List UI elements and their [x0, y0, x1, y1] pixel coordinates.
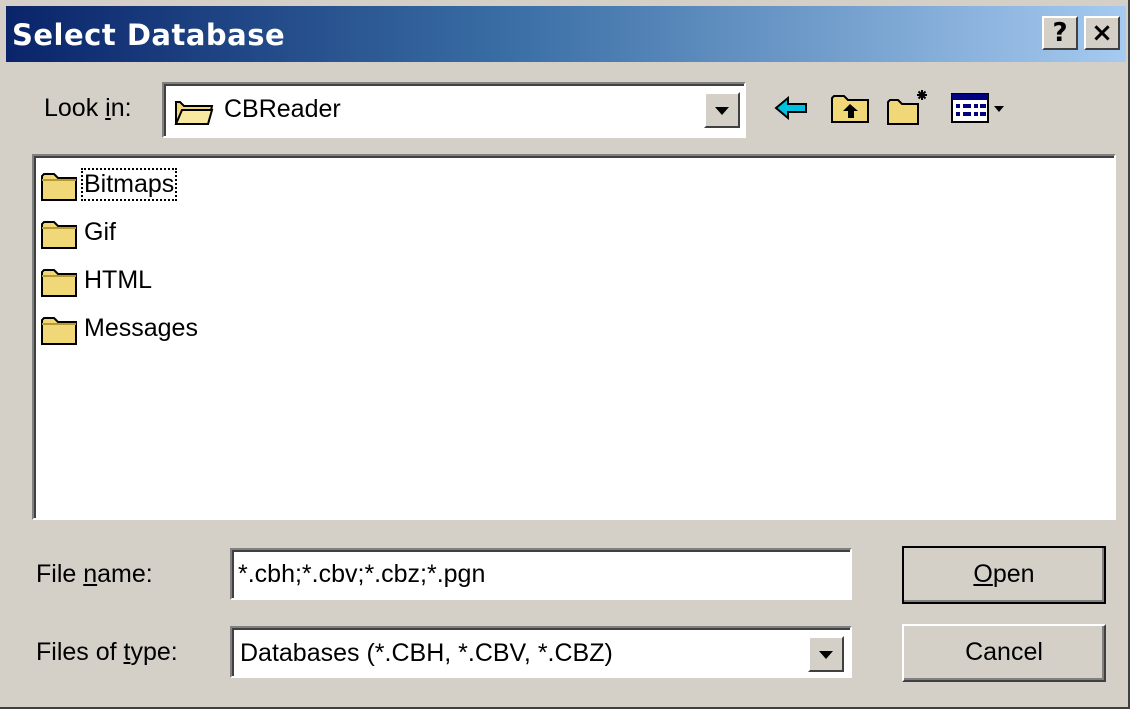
folder-icon	[41, 173, 77, 201]
folder-icon	[41, 317, 77, 345]
open-button-label: pen	[992, 560, 1035, 588]
file-type-dropdown[interactable]: Databases (*.CBH, *.CBV, *.CBZ)	[230, 626, 852, 678]
file-name-label-accelerator: n	[83, 560, 98, 588]
open-folder-icon	[174, 101, 214, 125]
file-name-field[interactable]	[230, 548, 852, 600]
file-name: Messages	[84, 314, 198, 342]
view-menu-icon[interactable]	[948, 86, 1018, 130]
folder-icon	[41, 269, 77, 297]
file-name-label-part: ame:	[97, 560, 153, 588]
up-folder-icon[interactable]	[826, 86, 874, 130]
dialog-title: Select Database	[12, 18, 286, 52]
back-arrow-icon[interactable]	[768, 86, 816, 130]
look-in-dropdown-arrow[interactable]	[704, 92, 740, 128]
file-type-label-part: ype:	[130, 638, 178, 666]
file-name: Bitmaps	[80, 168, 178, 201]
file-type-label-part: Files of	[36, 638, 124, 666]
cancel-button[interactable]: Cancel	[902, 624, 1106, 682]
look-in-value: CBReader	[224, 95, 341, 123]
select-database-dialog: Select Database ? × Look in: CBReader Bi	[0, 0, 1130, 709]
title-bar[interactable]: Select Database ? ×	[6, 6, 1126, 62]
file-name: Gif	[84, 218, 116, 246]
look-in-label-part: Look	[44, 94, 106, 122]
open-button[interactable]: Open	[902, 546, 1106, 604]
open-button-accelerator: O	[973, 560, 993, 588]
new-folder-icon[interactable]	[884, 86, 932, 130]
file-name: HTML	[84, 266, 153, 294]
folder-icon	[41, 221, 77, 249]
close-button[interactable]: ×	[1084, 16, 1120, 50]
file-type-value: Databases (*.CBH, *.CBV, *.CBZ)	[240, 639, 613, 667]
file-list[interactable]: Bitmaps Gif HTML Messages	[32, 154, 1116, 520]
help-button[interactable]: ?	[1042, 16, 1078, 50]
file-name-label: File name:	[36, 560, 153, 589]
file-type-dropdown-arrow[interactable]	[808, 636, 844, 672]
file-type-label: Files of type:	[36, 638, 178, 667]
look-in-label-part: n:	[110, 94, 132, 122]
file-name-label-part: File	[36, 560, 84, 588]
look-in-label: Look in:	[44, 94, 132, 123]
file-name-input[interactable]	[238, 558, 838, 590]
look-in-dropdown[interactable]: CBReader	[162, 82, 746, 138]
